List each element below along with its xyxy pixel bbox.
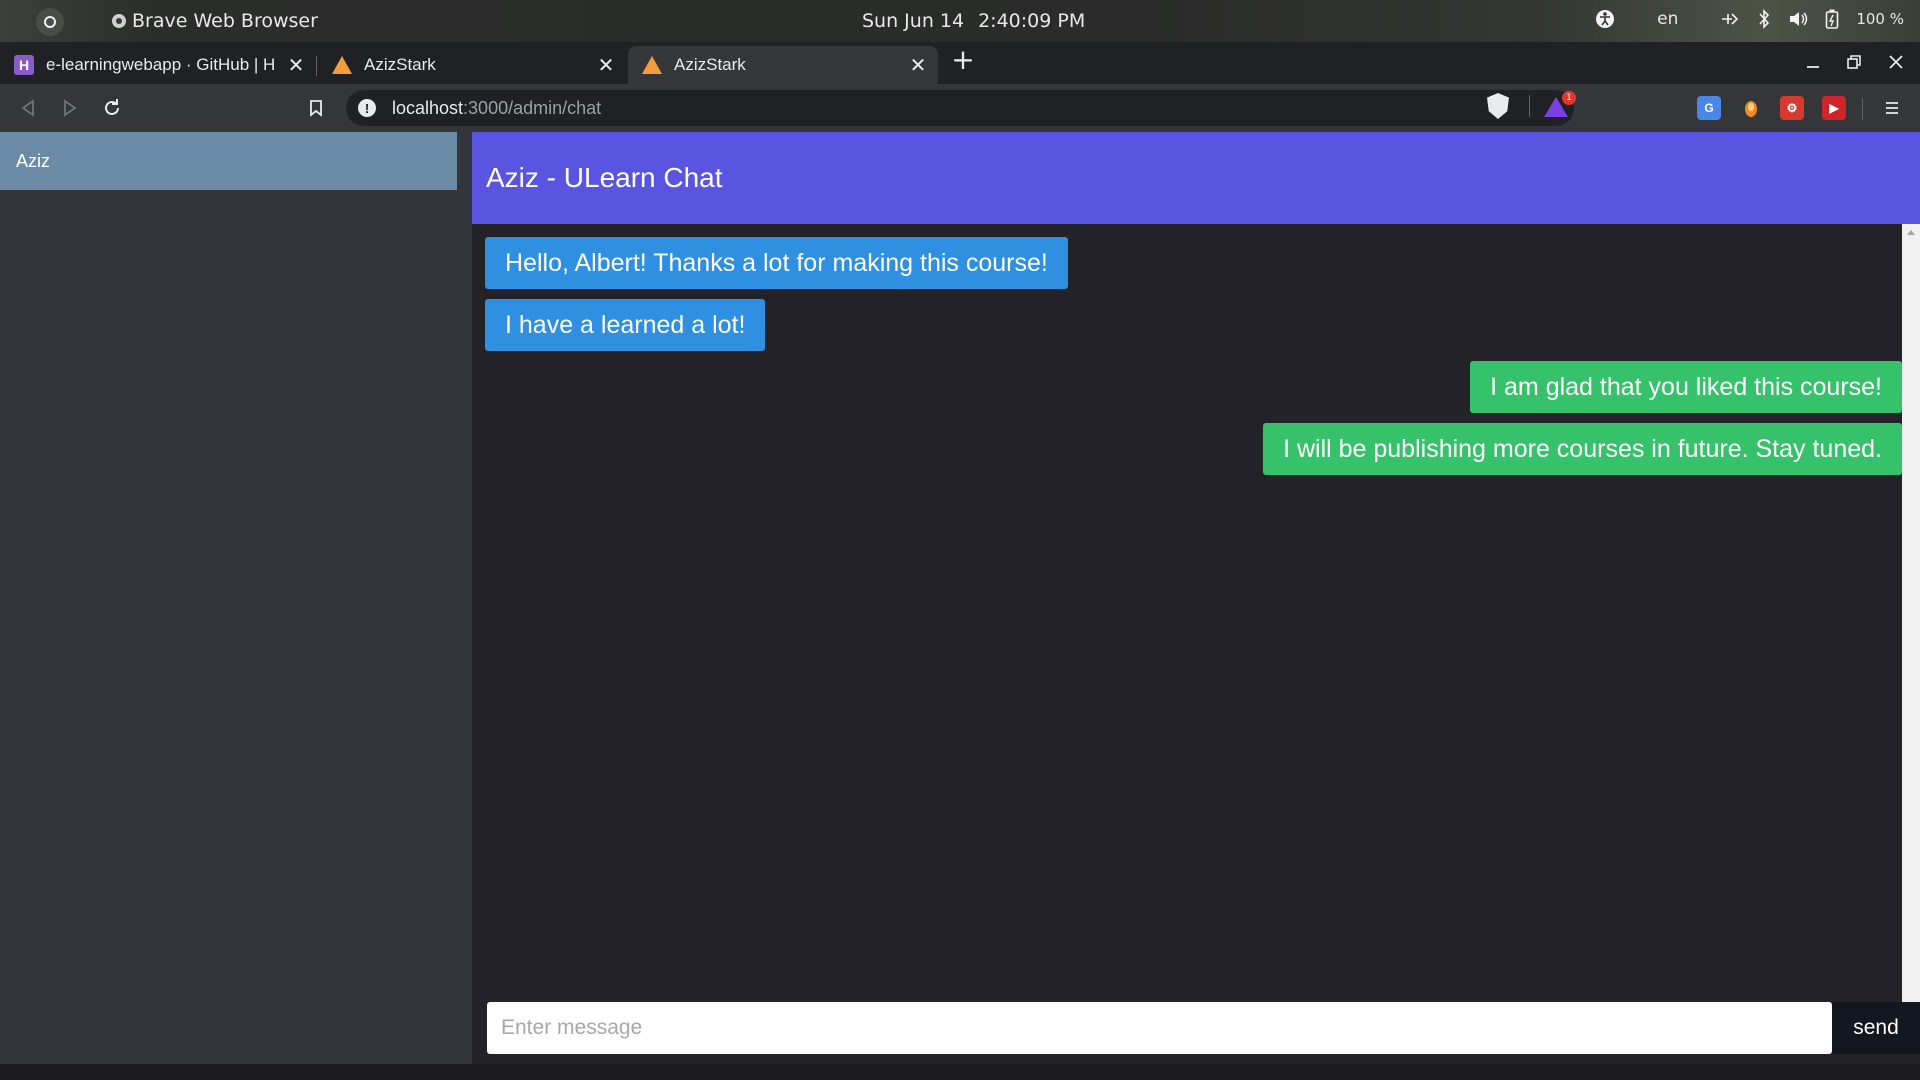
bottom-strip <box>0 1064 1920 1080</box>
message-bubble-incoming: I have a learned a lot! <box>485 299 766 351</box>
tab-github[interactable]: H e-learningwebapp · GitHub | H ✕ <box>0 46 316 84</box>
message-text: Hello, Albert! Thanks a lot for making t… <box>505 248 1048 277</box>
extension-icon[interactable] <box>1739 96 1763 120</box>
message-list: Hello, Albert! Thanks a lot for making t… <box>472 224 1902 1014</box>
message-text: I will be publishing more courses in fut… <box>1283 434 1882 463</box>
clock-time: 2:40:09 PM <box>978 10 1086 32</box>
message-text: I am glad that you liked this course! <box>1490 372 1882 401</box>
extension-icon[interactable]: ⚙ <box>1780 96 1804 120</box>
app-name: Brave Web Browser <box>132 10 318 32</box>
message-scrollbar[interactable] <box>1902 224 1920 1014</box>
brave-app-icon <box>112 14 126 28</box>
system-tray[interactable]: en 100 % <box>1595 9 1904 29</box>
tab-azizstark-active[interactable]: AzizStark ✕ <box>628 46 938 84</box>
accessibility-icon[interactable] <box>1595 9 1615 29</box>
tab-azizstark[interactable]: AzizStark ✕ <box>318 46 626 84</box>
close-icon[interactable]: ✕ <box>594 53 618 78</box>
url-text[interactable]: localhost:3000/admin/chat <box>392 98 601 119</box>
active-app-menu[interactable]: Brave Web Browser <box>112 10 318 32</box>
brave-rewards-icon[interactable]: 1 <box>1544 91 1576 117</box>
new-tab-button[interactable]: + <box>950 46 976 74</box>
chat-header: Aziz - ULearn Chat <box>472 132 1920 224</box>
message-composer: send <box>472 1002 1920 1064</box>
menu-icon[interactable] <box>1878 94 1906 122</box>
close-icon[interactable]: ✕ <box>906 53 930 78</box>
message-bubble-incoming: Hello, Albert! Thanks a lot for making t… <box>485 237 1068 289</box>
tab-title: e-learningwebapp · GitHub | H <box>46 55 276 74</box>
close-icon[interactable]: ✕ <box>284 53 308 78</box>
forward-icon[interactable] <box>56 94 84 122</box>
brave-shield-icon[interactable] <box>1487 93 1509 119</box>
browser-toolbar: ! localhost:3000/admin/chat 1 G ⚙ ▶ <box>0 84 1920 132</box>
warning-triangle-favicon <box>332 55 352 75</box>
clock[interactable]: Sun Jun 14 2:40:09 PM <box>862 10 1085 32</box>
url-path: :3000/admin/chat <box>463 97 602 118</box>
translate-extension-icon[interactable]: G <box>1697 96 1721 120</box>
tab-title: AzizStark <box>674 55 746 74</box>
bluetooth-icon <box>1754 9 1774 29</box>
volume-icon <box>1788 9 1808 29</box>
warning-triangle-favicon <box>642 55 662 75</box>
reload-icon[interactable] <box>98 94 126 122</box>
contact-item[interactable]: Aziz <box>0 132 457 190</box>
extension-icon[interactable]: ▶ <box>1822 96 1846 120</box>
keyboard-language[interactable]: en <box>1657 9 1678 29</box>
message-input[interactable] <box>487 1002 1832 1054</box>
network-icon <box>1720 9 1740 29</box>
scroll-up-icon[interactable] <box>1907 230 1915 235</box>
contact-name: Aziz <box>16 150 51 171</box>
restore-button[interactable] <box>1840 48 1868 76</box>
chat-title: Aziz - ULearn Chat <box>486 162 723 193</box>
bookmark-icon[interactable] <box>302 94 330 122</box>
battery-percent: 100 % <box>1856 10 1904 28</box>
circle-icon <box>44 16 56 28</box>
activities-button[interactable] <box>36 8 64 36</box>
rewards-badge: 1 <box>1562 91 1576 105</box>
back-icon[interactable] <box>14 94 42 122</box>
os-top-bar: Brave Web Browser Sun Jun 14 2:40:09 PM … <box>0 0 1920 42</box>
address-bar[interactable]: ! localhost:3000/admin/chat 1 <box>346 90 1576 126</box>
tab-title: AzizStark <box>364 55 436 74</box>
chat-page: Aziz Aziz - ULearn Chat Hello, Albert! T… <box>0 132 1920 1064</box>
close-window-button[interactable] <box>1882 48 1910 76</box>
contacts-sidebar: Aziz <box>0 132 472 1064</box>
message-bubble-outgoing: I am glad that you liked this course! <box>1470 361 1902 413</box>
url-host: localhost <box>392 97 464 118</box>
message-bubble-outgoing: I will be publishing more courses in fut… <box>1263 423 1902 475</box>
github-favicon: H <box>14 55 34 75</box>
clock-date: Sun Jun 14 <box>862 10 965 32</box>
message-text: I have a learned a lot! <box>505 310 746 339</box>
send-button[interactable]: send <box>1832 1002 1920 1054</box>
site-info-icon[interactable]: ! <box>358 99 376 117</box>
battery-icon <box>1822 9 1842 29</box>
minimize-button[interactable] <box>1799 48 1827 76</box>
